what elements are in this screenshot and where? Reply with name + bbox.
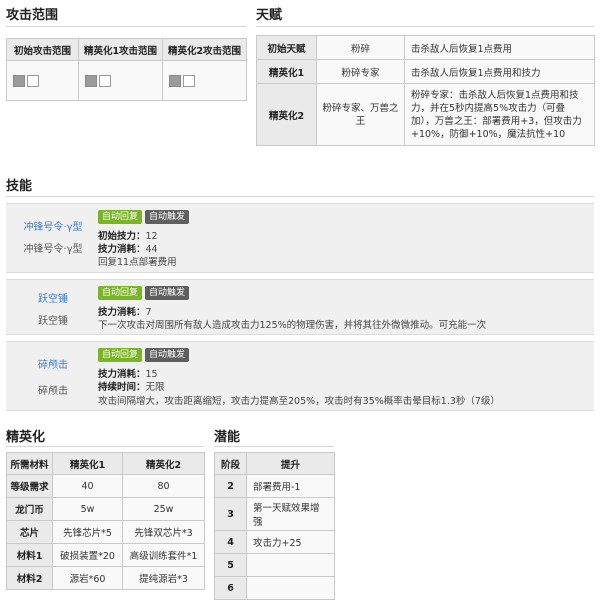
elite-header-e1: 精英化1 xyxy=(52,452,123,475)
skill-stat-line: 技力消耗：15 xyxy=(98,366,158,380)
material-label: 等级需求 xyxy=(6,474,53,498)
sp-recovery-badge: 自动回复 xyxy=(98,348,143,362)
elite-header-e2: 精英化2 xyxy=(122,452,205,475)
skill-name: 跃空锤 xyxy=(38,316,68,327)
skill-stat-line: 技力消耗：7 xyxy=(98,304,152,318)
skill-desc-text: 攻击间隔增大，攻击距离缩短，攻击力提高至205%，攻击时有35%概率击晕目标1.… xyxy=(98,396,500,407)
material-label: 材料2 xyxy=(6,566,53,590)
attack-range-table: 初始攻击范围 精英化1攻击范围 精英化2攻击范围 xyxy=(6,38,247,101)
potential-bonus xyxy=(246,576,335,600)
talent-name: 粉碎专家 xyxy=(316,59,405,84)
attack-range-divider xyxy=(6,26,246,27)
material-label: 龙门币 xyxy=(6,497,53,521)
talent-desc: 击杀敌人后恢复1点费用和技力 xyxy=(404,59,595,84)
range-grid-initial xyxy=(6,60,79,101)
skill-stat-line: 技力消耗：44 xyxy=(98,241,158,255)
skill-tags: 自动回复 自动触发 xyxy=(98,210,190,224)
range-grid-elite1 xyxy=(78,60,163,101)
sp-recovery-badge: 自动回复 xyxy=(98,286,143,300)
stat-value: 无限 xyxy=(145,382,165,393)
material-e2: 80 xyxy=(122,474,205,498)
potential-divider xyxy=(214,446,334,447)
range-cell-attack xyxy=(27,74,39,87)
attack-range-heading: 攻击范围 xyxy=(6,8,59,23)
skill-name-link[interactable]: 碎颅击 xyxy=(12,356,94,371)
talent-stage: 初始天赋 xyxy=(256,35,317,60)
potential-bonus xyxy=(246,553,335,577)
skill-card: 跃空锤 跃空锤 自动回复 自动触发 技力消耗：7 下一次攻击对周围所有敌人造成攻… xyxy=(6,279,594,335)
potential-bonus: 第一天赋效果增强 xyxy=(246,497,335,531)
activation-badge: 自动触发 xyxy=(145,348,190,362)
range-header-elite1: 精英化1攻击范围 xyxy=(78,38,163,61)
skill-name: 冲锋号令·γ型 xyxy=(23,244,83,255)
skill-description: 回复11点部署费用 xyxy=(98,254,177,268)
skill-tags: 自动回复 自动触发 xyxy=(98,348,190,362)
range-cell-self xyxy=(85,74,97,87)
range-cell-attack xyxy=(183,74,195,87)
material-e1: 破损装置*20 xyxy=(52,543,123,567)
potential-heading: 潜能 xyxy=(214,430,241,445)
talent-name: 粉碎专家、万兽之王 xyxy=(316,83,405,146)
skill-tags: 自动回复 自动触发 xyxy=(98,286,190,300)
skill-description: 下一次攻击对周围所有敌人造成攻击力125%的物理伤害，并将其往外微微推动。可充能… xyxy=(98,317,486,331)
material-label: 材料1 xyxy=(6,543,53,567)
skill-stat-line: 持续时间：无限 xyxy=(98,379,165,393)
range-cell-self xyxy=(13,74,25,87)
potential-stage: 4 xyxy=(214,530,247,554)
sp-recovery-badge: 自动回复 xyxy=(98,210,143,224)
material-e2: 25w xyxy=(122,497,205,521)
talent-divider xyxy=(256,26,594,27)
material-e2: 提纯源岩*3 xyxy=(122,566,205,590)
potential-stage: 5 xyxy=(214,553,247,577)
activation-badge: 自动触发 xyxy=(145,286,190,300)
elite-divider xyxy=(6,446,204,447)
elite-header-material: 所需材料 xyxy=(6,452,53,475)
potential-bonus: 攻击力+25 xyxy=(246,530,335,554)
potential-stage: 2 xyxy=(214,474,247,498)
skill-card: 冲锋号令·γ型 冲锋号令·γ型 自动回复 自动触发 初始技力：12 技力消耗：4… xyxy=(6,203,594,273)
skill-name-link[interactable]: 冲锋号令·γ型 xyxy=(12,218,94,233)
material-e1: 源岩*60 xyxy=(52,566,123,590)
range-header-initial: 初始攻击范围 xyxy=(6,38,79,61)
material-e1: 5w xyxy=(52,497,123,521)
talent-desc: 击杀敌人后恢复1点费用 xyxy=(404,35,595,60)
potential-header-bonus: 提升 xyxy=(246,452,335,475)
potential-bonus: 部署费用-1 xyxy=(246,474,335,498)
talent-table: 初始天赋 粉碎 击杀敌人后恢复1点费用 精英化1 粉碎专家 击杀敌人后恢复1点费… xyxy=(256,35,595,146)
talent-stage: 精英化1 xyxy=(256,59,317,84)
range-cell-attack xyxy=(99,74,111,87)
range-cell-self xyxy=(169,74,181,87)
potential-table: 阶段 提升 2 部署费用-1 3 第一天赋效果增强 4 攻击力+25 5 6 xyxy=(214,452,335,600)
stat-label: 持续时间： xyxy=(98,382,146,393)
material-e1: 先锋芯片*5 xyxy=(52,520,123,544)
elite-materials-table: 所需材料 精英化1 精英化2 等级需求 40 80 龙门币 5w 25w 芯片 … xyxy=(6,452,205,590)
talent-stage: 精英化2 xyxy=(256,83,317,146)
skill-desc-text: 下一次攻击对周围所有敌人造成攻击力125%的物理伤害，并将其往外微微推动。可充能… xyxy=(98,320,487,331)
material-e2: 高级训练套件*1 xyxy=(122,543,205,567)
skill-name: 碎颅击 xyxy=(38,386,68,397)
skills-heading: 技能 xyxy=(6,179,33,194)
activation-badge: 自动触发 xyxy=(145,210,190,224)
material-e1: 40 xyxy=(52,474,123,498)
potential-stage: 6 xyxy=(214,576,247,600)
skill-description: 攻击间隔增大，攻击距离缩短，攻击力提高至205%，攻击时有35%概率击晕目标1.… xyxy=(98,393,500,407)
potential-stage: 3 xyxy=(214,497,247,531)
material-label: 芯片 xyxy=(6,520,53,544)
talent-name: 粉碎 xyxy=(316,35,405,60)
skill-desc-text: 回复11点部署费用 xyxy=(98,257,177,268)
talent-heading: 天赋 xyxy=(256,8,283,23)
skill-card: 碎颅击 碎颅击 自动回复 自动触发 技力消耗：15 持续时间：无限 攻击间隔增大… xyxy=(6,341,594,411)
skill-stat-line: 初始技力：12 xyxy=(98,228,158,242)
elite-heading: 精英化 xyxy=(6,430,46,445)
range-grid-elite2 xyxy=(162,60,247,101)
skills-divider xyxy=(6,196,594,197)
skill-name-link[interactable]: 跃空锤 xyxy=(12,290,94,305)
talent-desc: 粉碎专家：击杀敌人后恢复1点费用和技力，并在5秒内提高5%攻击力（可叠加），万兽… xyxy=(404,83,595,146)
range-header-elite2: 精英化2攻击范围 xyxy=(162,38,247,61)
material-e2: 先锋双芯片*3 xyxy=(122,520,205,544)
potential-header-stage: 阶段 xyxy=(214,452,247,475)
